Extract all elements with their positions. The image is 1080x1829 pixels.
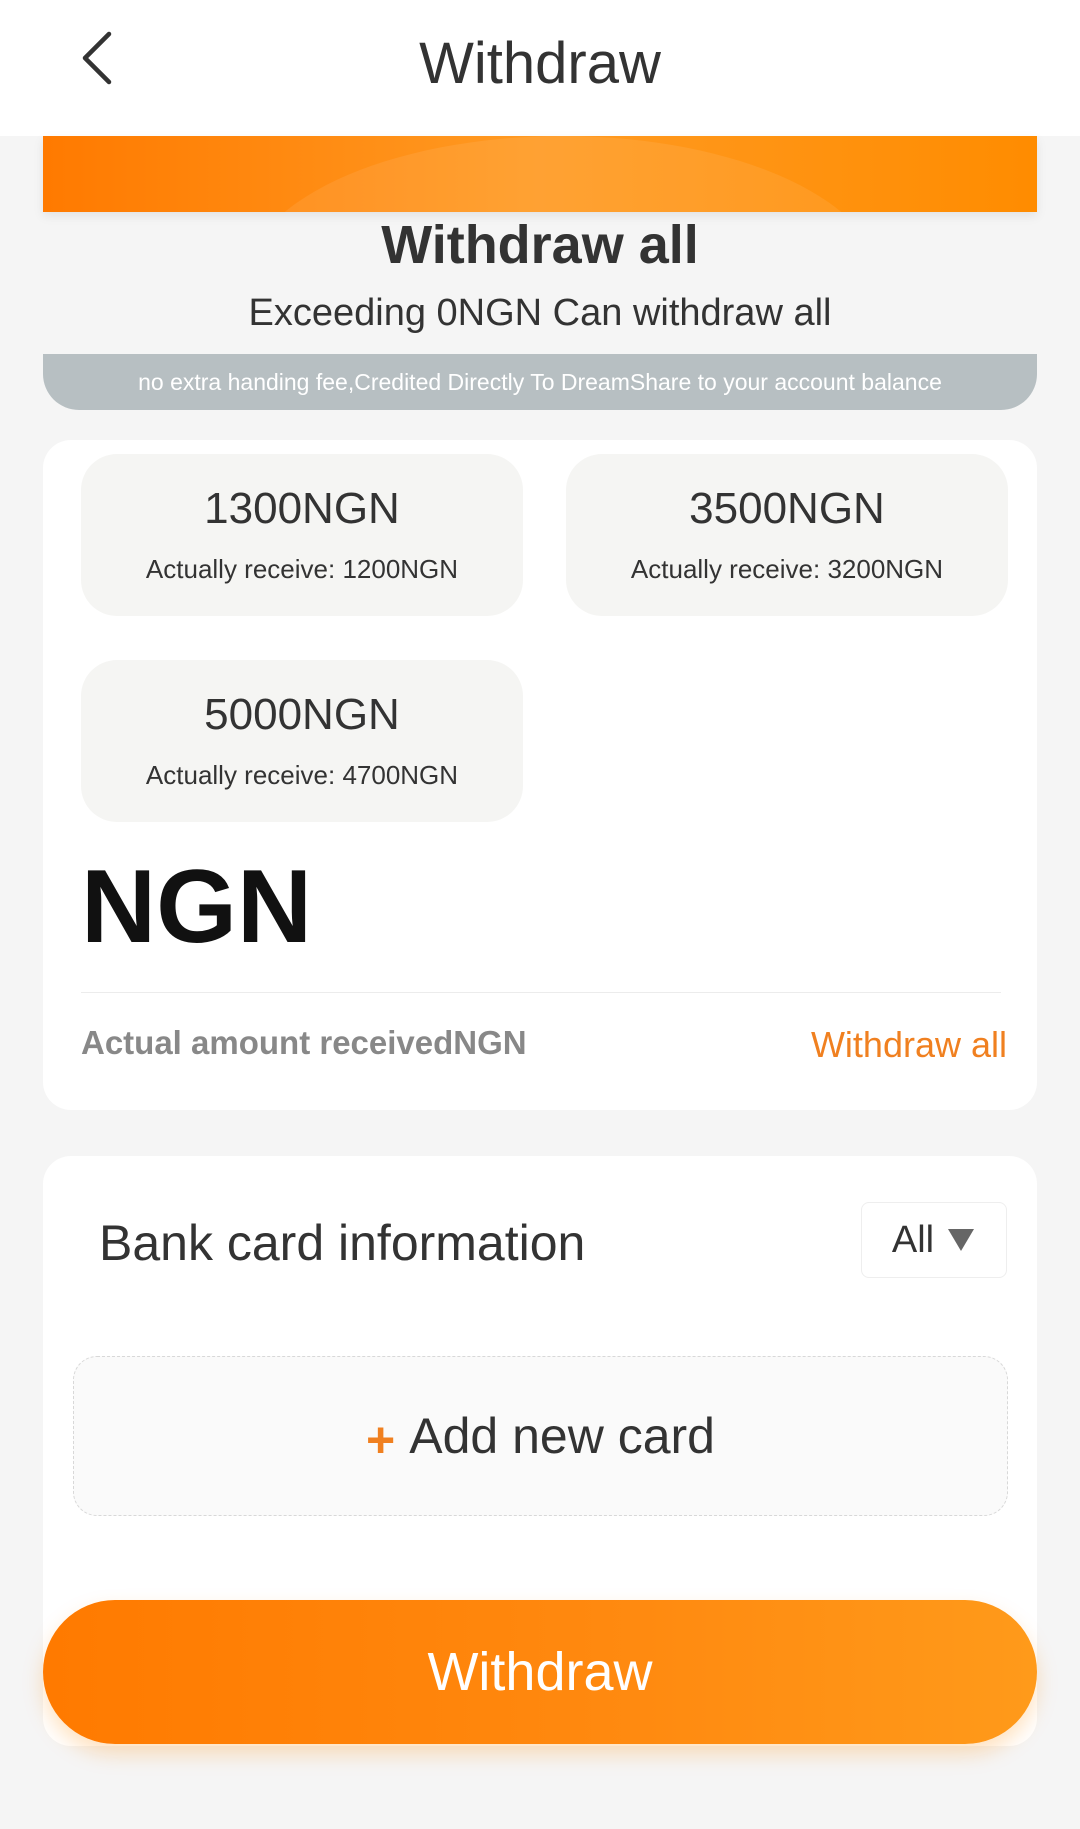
option-amount: 5000NGN	[204, 690, 400, 739]
option-receive: Actually receive: 4700NGN	[145, 760, 459, 790]
add-card-label: Add new card	[409, 1408, 715, 1464]
triangle-down-icon	[948, 1229, 975, 1251]
amount-card: 1300NGN Actually receive: 1200NGN 3500NG…	[43, 440, 1037, 1110]
promo-banner	[43, 136, 1037, 212]
card-filter-dropdown[interactable]: All	[861, 1202, 1007, 1278]
option-receive: Actually receive: 1200NGN	[145, 554, 459, 584]
withdraw-all-link[interactable]: Withdraw all	[811, 1024, 1007, 1066]
fee-note: no extra handing fee,Credited Directly T…	[43, 354, 1037, 410]
filter-label: All	[891, 1218, 935, 1261]
plus-icon: +	[366, 1412, 396, 1468]
add-new-card-button[interactable]: + Add new card	[73, 1356, 1008, 1516]
bank-section-title: Bank card information	[99, 1215, 586, 1271]
divider	[81, 992, 1001, 993]
option-amount: 3500NGN	[689, 484, 885, 533]
amount-option-1300[interactable]: 1300NGN Actually receive: 1200NGN	[81, 454, 523, 616]
withdraw-all-title: Withdraw all	[381, 215, 699, 275]
actual-amount-label: Actual amount receivedNGN	[81, 1024, 527, 1061]
amount-input-currency[interactable]: NGN	[81, 848, 312, 967]
option-receive: Actually receive: 3200NGN	[630, 554, 944, 584]
withdraw-all-subtitle: Exceeding 0NGN Can withdraw all	[248, 292, 832, 334]
amount-option-3500[interactable]: 3500NGN Actually receive: 3200NGN	[566, 454, 1008, 616]
amount-option-5000[interactable]: 5000NGN Actually receive: 4700NGN	[81, 660, 523, 822]
top-bar: Withdraw	[0, 0, 1080, 136]
option-amount: 1300NGN	[204, 484, 400, 533]
withdraw-button[interactable]: Withdraw	[43, 1600, 1037, 1744]
page-title: Withdraw	[419, 31, 661, 96]
